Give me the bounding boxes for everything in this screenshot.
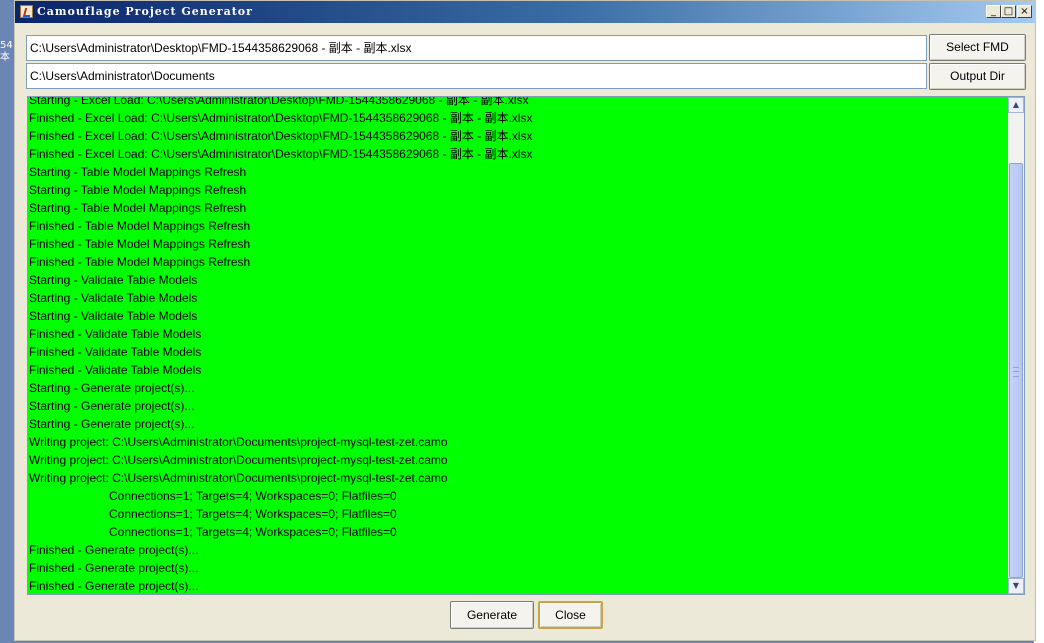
- log-output-area[interactable]: Starting - Excel Load: C:\Users\Administ…: [27, 96, 1025, 595]
- log-line: Writing project: C:\Users\Administrator\…: [29, 471, 448, 485]
- log-line: Finished - Validate Table Models: [29, 327, 202, 341]
- select-fmd-button[interactable]: Select FMD: [929, 34, 1026, 61]
- scroll-thumb[interactable]: [1009, 163, 1023, 578]
- minimize-button[interactable]: _: [986, 5, 1001, 18]
- log-line: Starting - Table Model Mappings Refresh: [29, 201, 247, 215]
- log-line: Finished - Table Model Mappings Refresh: [29, 237, 251, 251]
- log-lines: Starting - Excel Load: C:\Users\Administ…: [29, 96, 1009, 594]
- log-line: Starting - Excel Load: C:\Users\Administ…: [29, 96, 529, 107]
- log-line: Starting - Validate Table Models: [29, 273, 198, 287]
- log-line: Writing project: C:\Users\Administrator\…: [29, 453, 448, 467]
- log-line: Connections=1; Targets=4; Workspaces=0; …: [29, 507, 397, 521]
- log-line: Connections=1; Targets=4; Workspaces=0; …: [29, 525, 397, 539]
- close-window-button[interactable]: ×: [1017, 5, 1032, 18]
- title-bar[interactable]: Camouflage Project Generator _ □ ×: [15, 1, 1035, 23]
- log-line: Starting - Table Model Mappings Refresh: [29, 183, 247, 197]
- log-line: Finished - Excel Load: C:\Users\Administ…: [29, 147, 533, 161]
- log-line: Finished - Table Model Mappings Refresh: [29, 219, 251, 233]
- log-line: Finished - Excel Load: C:\Users\Administ…: [29, 111, 533, 125]
- scroll-down-icon[interactable]: ▼: [1008, 578, 1024, 594]
- log-line: Starting - Generate project(s)...: [29, 381, 195, 395]
- output-dir-field[interactable]: C:\Users\Administrator\Documents: [26, 63, 927, 89]
- log-line: Connections=1; Targets=4; Workspaces=0; …: [29, 489, 397, 503]
- background-window-text: 54 本: [0, 40, 13, 63]
- generate-button[interactable]: Generate: [450, 601, 534, 629]
- log-line: Finished - Validate Table Models: [29, 345, 202, 359]
- log-line: Finished - Generate project(s)...: [29, 543, 199, 557]
- log-line: Starting - Table Model Mappings Refresh: [29, 165, 247, 179]
- log-scrollbar[interactable]: ▲ ▼: [1008, 97, 1024, 594]
- close-button[interactable]: Close: [538, 601, 603, 629]
- window-title: Camouflage Project Generator: [37, 5, 253, 18]
- log-line: Writing project: C:\Users\Administrator\…: [29, 435, 448, 449]
- log-line: Finished - Validate Table Models: [29, 363, 202, 377]
- log-line: Starting - Generate project(s)...: [29, 417, 195, 431]
- output-dir-button[interactable]: Output Dir: [929, 63, 1026, 90]
- scroll-up-icon[interactable]: ▲: [1008, 97, 1024, 113]
- log-line: Finished - Generate project(s)...: [29, 579, 199, 593]
- log-line: Finished - Generate project(s)...: [29, 561, 199, 575]
- log-line: Finished - Excel Load: C:\Users\Administ…: [29, 129, 533, 143]
- log-line: Finished - Table Model Mappings Refresh: [29, 255, 251, 269]
- grip-icon: [1013, 367, 1019, 377]
- log-line: Starting - Validate Table Models: [29, 291, 198, 305]
- java-app-icon: [20, 5, 33, 18]
- log-line: Starting - Validate Table Models: [29, 309, 198, 323]
- log-line: Starting - Generate project(s)...: [29, 399, 195, 413]
- maximize-button[interactable]: □: [1001, 5, 1016, 18]
- fmd-path-field[interactable]: C:\Users\Administrator\Desktop\FMD-15443…: [26, 35, 927, 61]
- main-window: Camouflage Project Generator _ □ × C:\Us…: [14, 0, 1036, 641]
